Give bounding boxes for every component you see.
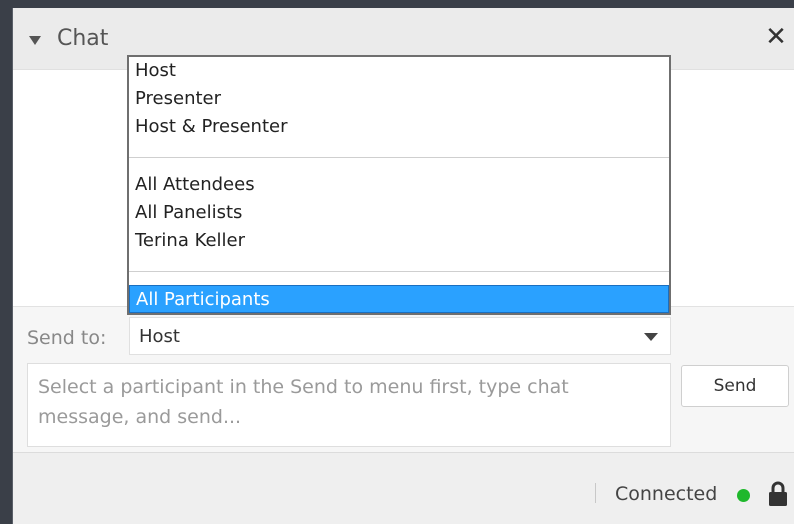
- dropdown-option-presenter[interactable]: Presenter: [129, 85, 669, 113]
- dropdown-separator: [129, 271, 669, 272]
- chat-title: Chat: [57, 26, 109, 51]
- status-divider: [595, 483, 596, 503]
- send-to-value: Host: [139, 326, 180, 347]
- dropdown-option-terina-keller[interactable]: Terina Keller: [129, 227, 669, 255]
- close-icon[interactable]: ✕: [763, 24, 789, 50]
- dropdown-option-all-attendees[interactable]: All Attendees: [129, 171, 669, 199]
- dropdown-option-host[interactable]: Host: [129, 57, 669, 85]
- connection-indicator-icon: [737, 489, 750, 502]
- chat-message-input[interactable]: [27, 363, 671, 447]
- compose-area: Send to: Host Send: [13, 306, 794, 452]
- triangle-down-icon[interactable]: [29, 36, 41, 45]
- dropdown-option-all-panelists[interactable]: All Panelists: [129, 199, 669, 227]
- dropdown-option-host-and-presenter[interactable]: Host & Presenter: [129, 113, 669, 141]
- chevron-down-icon[interactable]: [644, 333, 658, 341]
- dropdown-separator: [129, 157, 669, 158]
- dropdown-option-all-participants[interactable]: All Participants: [129, 285, 669, 313]
- send-to-label: Send to:: [27, 327, 107, 349]
- send-button[interactable]: Send: [681, 365, 789, 407]
- connection-status: Connected: [615, 483, 718, 505]
- send-to-select[interactable]: Host: [129, 317, 671, 355]
- status-bar: Connected: [13, 452, 794, 524]
- lock-icon[interactable]: [767, 481, 789, 507]
- send-to-dropdown-list: Host Presenter Host & Presenter All Atte…: [127, 55, 671, 315]
